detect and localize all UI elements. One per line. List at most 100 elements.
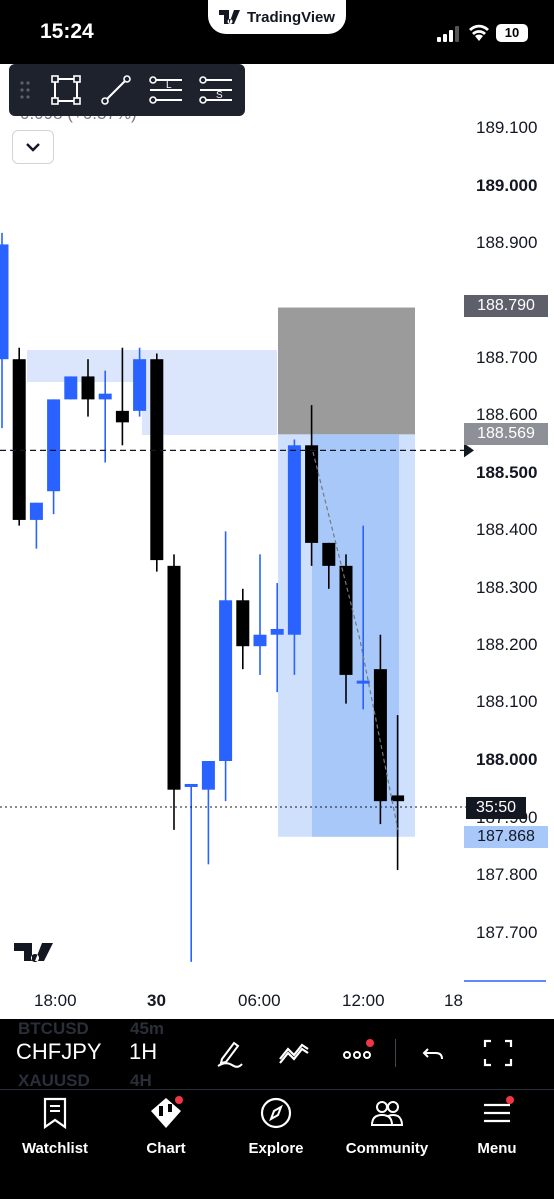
bar-countdown-tag: 35:50 — [466, 797, 526, 819]
ghost-interval-text: 4H — [130, 1071, 152, 1090]
short-position-icon: S — [199, 76, 232, 104]
drawing-tools-icon[interactable] — [214, 1037, 246, 1069]
tab-label: Menu — [477, 1140, 517, 1157]
price-axis-label: 188.500 — [476, 463, 538, 482]
tab-menu[interactable]: Menu — [442, 1096, 552, 1166]
price-axis-label: 187.700 — [476, 923, 538, 942]
candle-body — [12, 359, 26, 520]
candle-body — [373, 669, 387, 802]
ghost-symbol-text: XAUUSD — [18, 1071, 90, 1090]
candle-body — [150, 359, 164, 561]
long-position-icon: L — [149, 76, 182, 104]
candle-body — [0, 244, 9, 360]
banner-text: TradingView — [246, 8, 336, 26]
price-axis-label: 188.900 — [476, 233, 538, 252]
trend-line-icon — [101, 75, 131, 105]
fullscreen-icon[interactable] — [482, 1037, 514, 1069]
short-position-tool-button[interactable]: S — [191, 64, 241, 116]
svg-text:L: L — [166, 80, 172, 91]
notification-dot — [366, 1039, 374, 1047]
candle-body — [167, 565, 181, 790]
chart-icon — [149, 1096, 183, 1130]
candle-body — [201, 761, 215, 790]
candle-body — [356, 680, 370, 684]
time-axis-label: 18:00 — [34, 991, 77, 1010]
tradingview-watermark-icon — [14, 943, 53, 962]
tab-community[interactable]: Community — [332, 1096, 442, 1166]
rectangle-icon — [51, 75, 81, 105]
tab-label: Watchlist — [21, 1140, 89, 1157]
risk-zone — [278, 307, 415, 435]
overlay-layer — [0, 443, 546, 982]
community-icon — [370, 1101, 404, 1126]
notification-dot — [175, 1096, 183, 1104]
candle-body — [133, 359, 147, 411]
price-axis-label: 188.200 — [476, 635, 538, 654]
long-position-tool-button[interactable]: L — [141, 64, 191, 116]
indicators-icon[interactable] — [278, 1037, 310, 1069]
tradingview-banner[interactable]: TradingView — [208, 0, 346, 34]
trend-line-tool-button[interactable] — [91, 64, 141, 116]
notification-dot — [506, 1096, 514, 1104]
wifi-icon — [469, 24, 489, 41]
clock: 15:24 — [40, 20, 94, 43]
candle-body — [98, 393, 112, 400]
price-axis-label: 188.100 — [476, 692, 538, 711]
time-axis-label: 12:00 — [342, 991, 385, 1010]
cellular-signal-icon — [437, 26, 459, 42]
tab-explore[interactable]: Explore — [221, 1096, 331, 1166]
symbol-selector[interactable]: CHFJPY — [16, 1039, 102, 1065]
legend-collapse-button[interactable] — [12, 130, 54, 164]
menu-icon — [480, 1096, 514, 1130]
price-axis-label: 188.400 — [476, 520, 538, 539]
candle-body — [236, 600, 250, 647]
price-axis-label: 189.000 — [476, 176, 538, 195]
price-axis-label: 189.100 — [476, 118, 538, 137]
price-axis-label: 188.600 — [476, 405, 538, 424]
entry-arrow-icon — [464, 443, 474, 458]
tab-label: Chart — [146, 1140, 186, 1157]
time-axis-label: 30 — [147, 991, 166, 1010]
candle-body — [253, 634, 267, 647]
divider — [395, 1039, 396, 1067]
tab-watchlist[interactable]: Watchlist — [0, 1096, 110, 1166]
battery-indicator: 10 — [496, 24, 528, 42]
watchlist-icon — [43, 1097, 67, 1130]
price-axis-label: 188.700 — [476, 348, 538, 367]
price-axis-label: 187.800 — [476, 865, 538, 884]
candle-body — [29, 502, 43, 520]
candle-body — [322, 542, 336, 566]
candle-body — [305, 445, 319, 543]
chevron-down-icon — [26, 143, 40, 152]
time-axis-label: 06:00 — [238, 991, 281, 1010]
svg-text:S: S — [216, 90, 223, 101]
candle-body — [287, 445, 301, 635]
price-chart[interactable] — [0, 64, 554, 1019]
drag-handle-icon[interactable] — [9, 64, 41, 116]
price-axis-label: 188.300 — [476, 578, 538, 597]
compass-icon — [260, 1097, 292, 1129]
interval-selector[interactable]: 1H — [129, 1039, 157, 1065]
candle-body — [64, 376, 78, 400]
candle-body — [270, 628, 284, 635]
rectangle-tool-button[interactable] — [41, 64, 91, 116]
candle-body — [81, 376, 95, 400]
candle-body — [219, 600, 233, 761]
price-axis-label: 188.000 — [476, 750, 538, 769]
undo-icon[interactable] — [418, 1037, 450, 1069]
status-bar: 15:24 TradingView 10 — [0, 0, 554, 64]
candle-body — [184, 783, 198, 787]
symbol-bar: BTCUSD 45m XAUUSD 4H CHFJPY 1H — [0, 1019, 554, 1090]
more-options-button[interactable] — [340, 1037, 376, 1069]
tab-label: Explore — [248, 1140, 304, 1157]
tradingview-logo-icon — [218, 10, 240, 24]
entry-price-tag: 188.569 — [464, 423, 548, 445]
candle-body — [391, 795, 405, 802]
tab-label: Community — [345, 1140, 429, 1157]
tab-chart[interactable]: Chart — [111, 1096, 221, 1166]
bottom-tab-bar: Watchlist Chart Explore Community Menu — [0, 1089, 554, 1199]
ghost-symbol-text: BTCUSD — [18, 1019, 89, 1038]
time-axis-label: 18 — [444, 991, 463, 1010]
target-price-tag: 188.790 — [464, 295, 548, 317]
candle-body — [115, 410, 129, 423]
